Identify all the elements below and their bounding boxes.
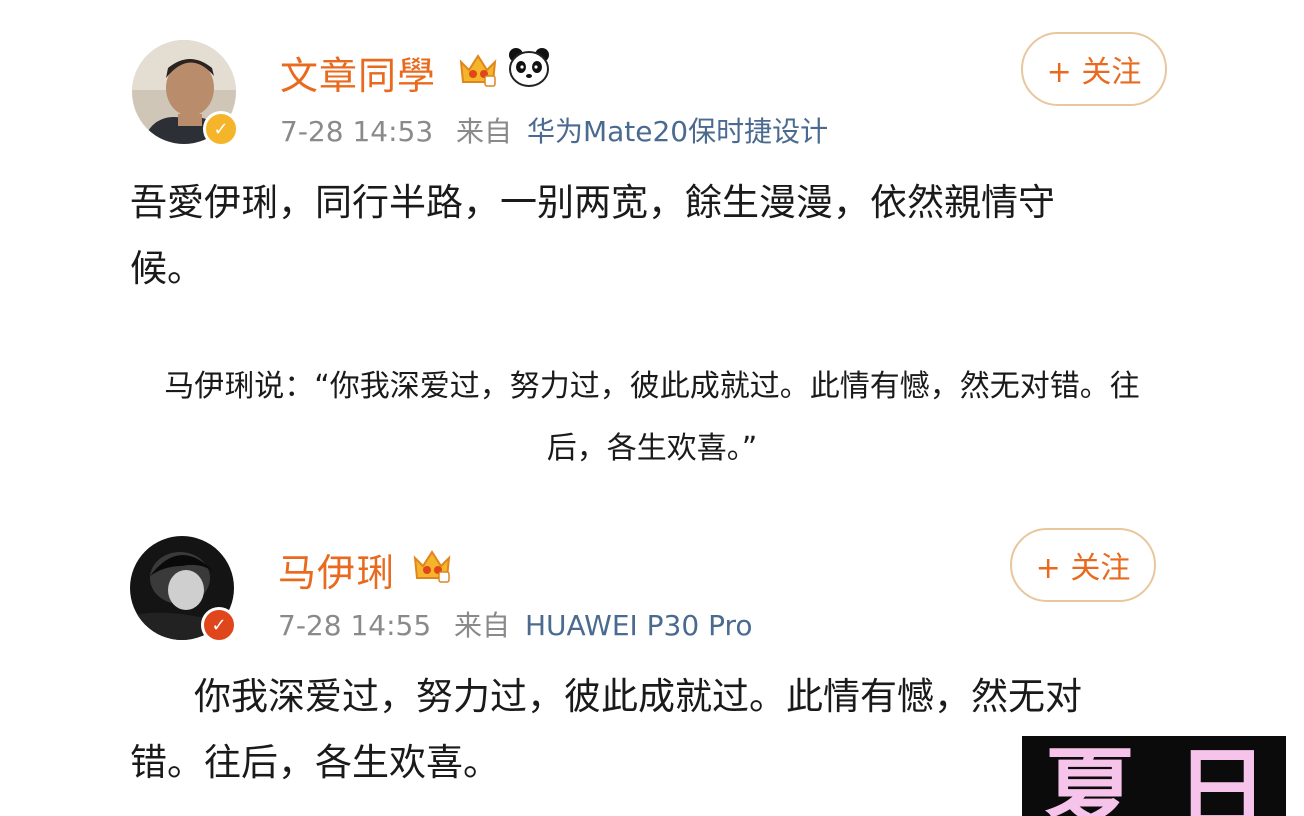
post-text-line: 你我深爱过，努力过，彼此成就过。此情有憾，然无对 — [194, 675, 1082, 718]
post-text-line: 候。 — [130, 247, 204, 290]
quote-line: 马伊琍说：“你我深爱过，努力过，彼此成就过。此情有憾，然无对错。往 — [164, 369, 1140, 404]
watermark: 夏日 — [1022, 736, 1286, 816]
username[interactable]: 马伊琍 — [278, 542, 395, 597]
post-source[interactable]: HUAWEI P30 Pro — [525, 609, 753, 642]
username[interactable]: 文章同學 — [280, 45, 436, 100]
watermark-text: 夏日 — [1044, 738, 1286, 816]
crown-member-badge-icon — [457, 48, 499, 92]
post-text-line: 吾愛伊琍，同行半路，一别两宽，餘生漫漫，依然親情守 — [130, 181, 1055, 224]
from-label: 来自 — [454, 609, 511, 642]
timestamp: 7-28 14:53 — [280, 115, 434, 148]
weibo-post-wenzhang: ✓ 文章同學 7-28 14:53 来自 华为Mate20保时捷设计 + 关注 … — [0, 0, 1304, 320]
follow-button[interactable]: + 关注 — [1010, 528, 1156, 602]
from-label: 来自 — [456, 115, 513, 148]
quote-line: 后，各生欢喜。” — [546, 431, 758, 466]
post-meta: 7-28 14:53 来自 华为Mate20保时捷设计 — [280, 110, 828, 150]
verified-badge-icon: ✓ — [201, 607, 237, 643]
post-source[interactable]: 华为Mate20保时捷设计 — [527, 115, 828, 148]
follow-label: + 关注 — [1046, 55, 1142, 90]
post-meta: 7-28 14:55 来自 HUAWEI P30 Pro — [278, 604, 753, 644]
quote-caption: 马伊琍说：“你我深爱过，努力过，彼此成就过。此情有憾，然无对错。往 后，各生欢喜… — [0, 356, 1304, 480]
follow-label: + 关注 — [1035, 551, 1131, 586]
verified-badge-icon: ✓ — [203, 111, 239, 147]
post-text: 吾愛伊琍，同行半路，一别两宽，餘生漫漫，依然親情守 候。 — [130, 170, 1190, 302]
crown-member-badge-icon — [411, 544, 453, 588]
panda-emoji-icon — [507, 46, 551, 92]
follow-button[interactable]: + 关注 — [1021, 32, 1167, 106]
timestamp: 7-28 14:55 — [278, 609, 432, 642]
